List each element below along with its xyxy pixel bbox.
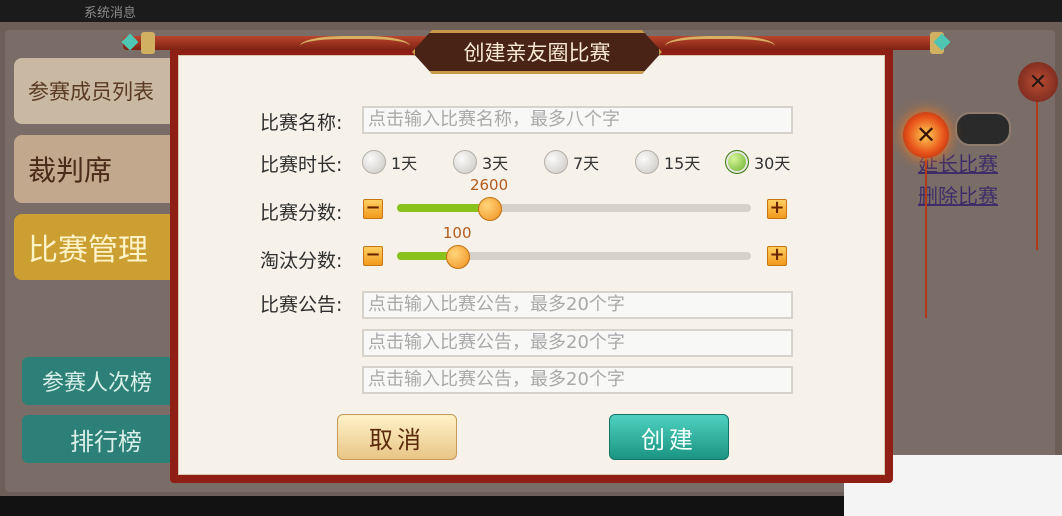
close-icon[interactable]: ✕: [903, 112, 949, 158]
radio-icon: [453, 150, 477, 174]
score-plus-button[interactable]: +: [767, 199, 787, 219]
toggle-switch[interactable]: [955, 112, 1011, 146]
tassel-decoration: [925, 158, 927, 318]
leaderboard-button[interactable]: 排行榜: [22, 415, 182, 463]
duration-option-label: 3天: [482, 154, 509, 173]
score-slider[interactable]: 2600: [397, 176, 751, 221]
duration-option-label: 7天: [573, 154, 600, 173]
duration-label: 比赛时长:: [260, 154, 343, 176]
cloud-ornament-icon: [665, 36, 775, 61]
referee-button[interactable]: 裁判席: [14, 135, 184, 203]
duration-option-15[interactable]: 15天: [635, 150, 700, 174]
top-bar: 系统消息: [0, 0, 1062, 22]
cloud-ornament-icon: [300, 36, 410, 61]
duration-option-label: 1天: [391, 154, 418, 173]
elimination-minus-button[interactable]: −: [363, 246, 383, 266]
tassel-decoration: [1036, 100, 1038, 250]
cancel-button[interactable]: 取消: [337, 414, 457, 460]
score-value: 2600: [469, 176, 509, 194]
score-label: 比赛分数:: [260, 202, 343, 224]
duration-option-3[interactable]: 3天: [453, 150, 508, 174]
duration-option-30[interactable]: 30天: [725, 150, 790, 174]
elimination-plus-button[interactable]: +: [767, 246, 787, 266]
elimination-slider[interactable]: 100: [397, 224, 751, 269]
radio-selected-icon: [725, 150, 749, 174]
duration-option-label: 30天: [754, 154, 791, 173]
duration-option-7[interactable]: 7天: [544, 150, 599, 174]
radio-icon: [544, 150, 568, 174]
elimination-value: 100: [442, 224, 472, 242]
duration-option-1[interactable]: 1天: [362, 150, 417, 174]
notice-input-1[interactable]: 点击输入比赛公告，最多20个字: [362, 291, 793, 319]
notice-input-3[interactable]: 点击输入比赛公告，最多20个字: [362, 366, 793, 394]
radio-icon: [362, 150, 386, 174]
score-minus-button[interactable]: −: [363, 199, 383, 219]
game-screen: 系统消息 参赛成员列表 裁判席 比赛管理 参赛人次榜 排行榜 延长比赛 删除比赛…: [0, 0, 1062, 516]
radio-icon: [635, 150, 659, 174]
elimination-label: 淘汰分数:: [260, 250, 343, 272]
score-slider-fill: [397, 204, 490, 212]
match-manage-button[interactable]: 比赛管理: [14, 214, 184, 280]
top-title: 系统消息: [84, 6, 137, 21]
score-slider-handle[interactable]: [478, 197, 503, 221]
notice-label: 比赛公告:: [260, 294, 343, 316]
participation-rank-button[interactable]: 参赛人次榜: [22, 357, 182, 405]
match-name-input[interactable]: 点击输入比赛名称，最多八个字: [362, 106, 793, 134]
delete-match-link[interactable]: 删除比赛: [918, 180, 998, 209]
dialog-title: 创建亲友圈比赛: [412, 30, 662, 74]
member-list-button[interactable]: 参赛成员列表: [14, 58, 184, 124]
create-button[interactable]: 创建: [609, 414, 729, 460]
match-name-label: 比赛名称:: [260, 112, 343, 134]
notice-input-2[interactable]: 点击输入比赛公告，最多20个字: [362, 329, 793, 357]
rod-cap-left: [141, 32, 155, 54]
elimination-slider-handle[interactable]: [446, 245, 471, 269]
duration-option-label: 15天: [664, 154, 701, 173]
background-close-icon[interactable]: ✕: [1018, 62, 1058, 102]
